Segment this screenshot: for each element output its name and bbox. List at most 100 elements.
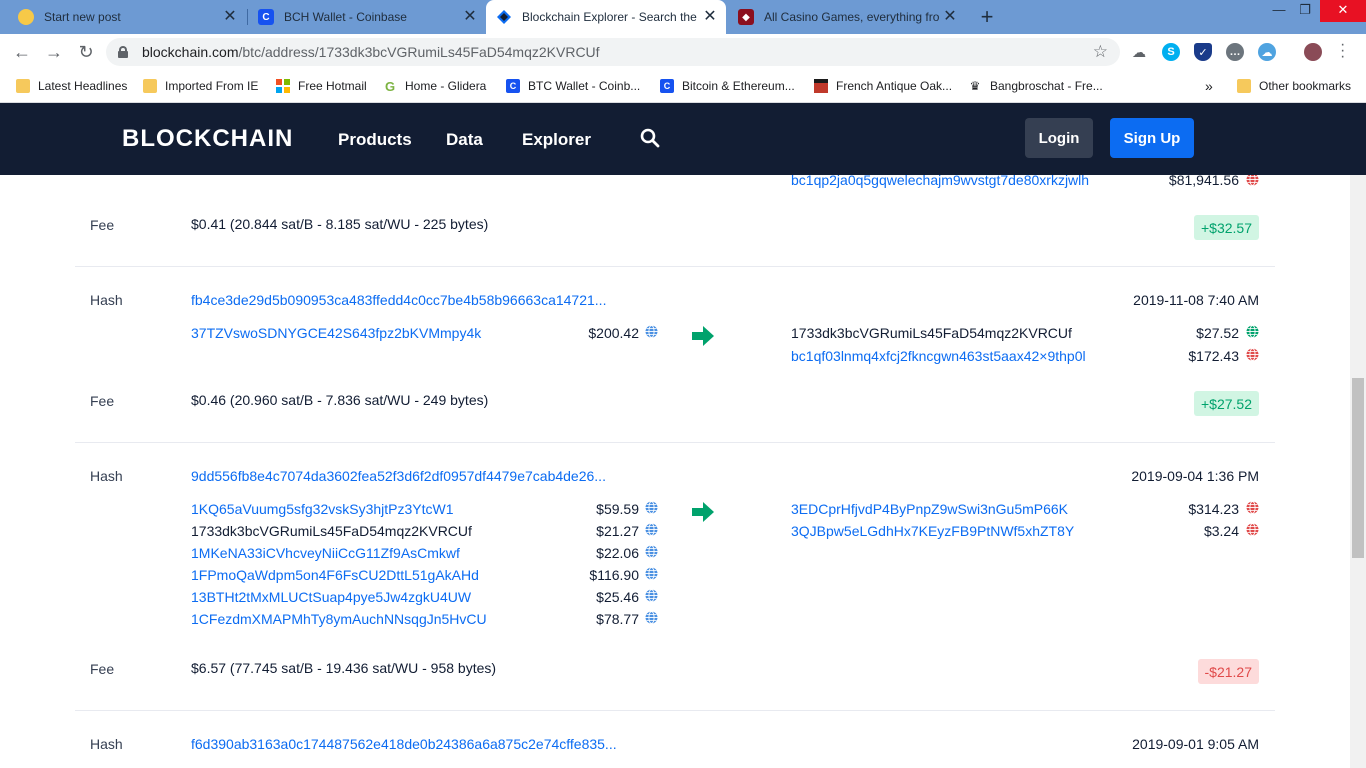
scrollbar-thumb[interactable] [1352, 378, 1364, 558]
fee-value: $0.41 (20.844 sat/B - 8.185 sat/WU - 225… [191, 216, 489, 232]
output-address-link[interactable]: bc1qf03lnmq4xfcj2fkncgwn463st5aax42×9thp… [791, 348, 1086, 364]
folder-icon [1237, 79, 1251, 93]
arrow-right-icon [692, 326, 714, 346]
input-address-link[interactable]: 13BTHt2tMxMLUCtSuap4pye5Jw4zgkU4UW [191, 589, 471, 605]
globe-icon[interactable] [1246, 325, 1259, 338]
bookmark-imported-from-ie[interactable]: Imported From IE [143, 77, 258, 95]
shop-icon [814, 79, 828, 93]
star-icon[interactable]: ☆ [1093, 42, 1108, 62]
coinbase-icon: C [660, 79, 674, 93]
output-address-link[interactable]: 3QJBpw5eLGdhHx7KEyzFB9PtNWf5xhZT8Y [791, 523, 1074, 539]
bookmark-btc-wallet[interactable]: C BTC Wallet - Coinb... [506, 77, 640, 95]
input-amount: $116.90 [589, 567, 639, 583]
menu-kebab-icon[interactable]: · · · [1340, 37, 1345, 65]
chat-extension-icon[interactable]: … [1226, 43, 1244, 61]
tx-date: 2019-09-01 9:05 AM [1132, 736, 1259, 752]
tx-hash-link[interactable]: fb4ce3de29d5b090953ca483ffedd4c0cc7be4b5… [191, 292, 606, 308]
tab-casino-games[interactable]: ◆ All Casino Games, everything fro ✕ [728, 0, 966, 34]
extension-cloud-icon[interactable]: ☁ [1130, 43, 1148, 61]
tx-hash-link[interactable]: f6d390ab3163a0c174487562e418de0b24386a6a… [191, 736, 617, 752]
skype-icon[interactable]: S [1162, 43, 1180, 61]
close-icon[interactable]: ✕ [942, 9, 958, 25]
bookmark-label: French Antique Oak... [836, 79, 953, 93]
page-scrollbar[interactable] [1350, 175, 1366, 768]
input-amount: $200.42 [588, 325, 639, 341]
tab-strip: Start new post ✕ C BCH Wallet - Coinbase… [0, 0, 1366, 34]
folder-icon [143, 79, 157, 93]
bookmark-other-bookmarks[interactable]: Other bookmarks [1237, 77, 1351, 95]
bookmark-bitcoin-ethereum[interactable]: C Bitcoin & Ethereum... [660, 77, 795, 95]
browser-chrome: Start new post ✕ C BCH Wallet - Coinbase… [0, 0, 1366, 103]
shield-icon[interactable]: ✓ [1194, 43, 1212, 61]
folder-icon [16, 79, 30, 93]
bookmark-free-hotmail[interactable]: Free Hotmail [276, 77, 367, 95]
nav-data[interactable]: Data [446, 130, 483, 150]
globe-icon[interactable] [1246, 501, 1259, 514]
globe-icon[interactable] [645, 567, 658, 580]
globe-icon[interactable] [1246, 523, 1259, 536]
hash-label: Hash [90, 736, 123, 752]
globe-icon[interactable] [1246, 348, 1259, 361]
tab-title: Start new post [44, 10, 121, 24]
input-address-link[interactable]: 37TZVswoSDNYGCE42S643fpz2bKVMmpy4k [191, 325, 481, 341]
tab-bch-wallet[interactable]: C BCH Wallet - Coinbase ✕ [248, 0, 486, 34]
hash-label: Hash [90, 468, 123, 484]
input-address-link[interactable]: 1FPmoQaWdpm5on4F6FsCU2DttL51gAkAHd [191, 567, 479, 583]
close-icon[interactable]: ✕ [462, 9, 478, 25]
hash-label: Hash [90, 292, 123, 308]
bookmarks-overflow-button[interactable]: » [1205, 77, 1213, 95]
globe-icon[interactable] [645, 501, 658, 514]
bookmark-bangbroschat[interactable]: ♛ Bangbroschat - Fre... [968, 77, 1103, 95]
input-address-link[interactable]: 1CFezdmXMAPMhTy8ymAuchNNsqgJn5HvCU [191, 611, 487, 627]
blockchain-logo[interactable]: BLOCKCHAIN [122, 125, 293, 153]
coinbase-favicon-icon: C [258, 9, 274, 25]
close-icon[interactable]: ✕ [702, 9, 718, 25]
bookmark-latest-headlines[interactable]: Latest Headlines [16, 77, 127, 95]
cloud-extension-icon[interactable]: ☁ [1258, 43, 1276, 61]
window-close-button[interactable]: ✕ [1320, 0, 1366, 22]
output-address-current: 1733dk3bcVGRumiLs45FaD54mqz2KVRCUf [791, 325, 1072, 341]
output-address-link[interactable]: 3EDCprHfjvdP4ByPnpZ9wSwi3nGu5mP66K [791, 501, 1068, 517]
tab-title: All Casino Games, everything fro [764, 10, 940, 24]
globe-icon[interactable] [645, 611, 658, 624]
forward-button[interactable]: → [44, 42, 64, 62]
globe-icon[interactable] [1246, 175, 1259, 186]
bookmark-label: Home - Glidera [405, 79, 487, 93]
close-icon[interactable]: ✕ [222, 9, 238, 25]
globe-icon[interactable] [645, 545, 658, 558]
login-button[interactable]: Login [1025, 118, 1093, 158]
balance-change-badge: +$27.52 [1194, 391, 1259, 416]
reload-button[interactable]: ↻ [76, 42, 96, 62]
blogger-favicon-icon [18, 9, 34, 25]
output-address-link[interactable]: bc1qp2ja0q5gqwelechajm9wvstgt7de80xrkzjw… [791, 175, 1089, 188]
globe-icon[interactable] [645, 523, 658, 536]
signup-button[interactable]: Sign Up [1110, 118, 1194, 158]
tab-start-new-post[interactable]: Start new post ✕ [8, 0, 246, 34]
input-amount: $25.46 [596, 589, 639, 605]
input-amount: $59.59 [596, 501, 639, 517]
bookmark-home-glidera[interactable]: G Home - Glidera [383, 77, 486, 95]
globe-icon[interactable] [645, 325, 658, 338]
tx-hash-link[interactable]: 9dd556fb8e4c7074da3602fea52f3d6f2df0957d… [191, 468, 606, 484]
fee-label: Fee [90, 393, 115, 409]
bookmark-label: Bitcoin & Ethereum... [682, 79, 795, 93]
url-path: /btc/address/1733dk3bcVGRumiLs45FaD54mqz… [238, 44, 600, 60]
lock-icon [118, 46, 128, 58]
output-amount: $172.43 [1188, 348, 1239, 364]
address-bar[interactable]: blockchain.com/btc/address/1733dk3bcVGRu… [106, 38, 1120, 66]
input-address-link[interactable]: 1KQ65aVuumg5sfg32vskSy3hjtPz3YtcW1 [191, 501, 454, 517]
profile-avatar[interactable] [1304, 43, 1322, 61]
search-icon[interactable] [640, 128, 660, 148]
bookmark-french-antique-oak[interactable]: French Antique Oak... [814, 77, 952, 95]
nav-products[interactable]: Products [338, 130, 412, 150]
nav-explorer[interactable]: Explorer [522, 130, 591, 150]
input-address-link[interactable]: 1MKeNA33iCVhcveyNiiCcG11Zf9AsCmkwf [191, 545, 460, 561]
tab-title: Blockchain Explorer - Search the [522, 10, 697, 24]
new-tab-button[interactable]: + [977, 6, 997, 28]
casino-favicon-icon: ◆ [738, 9, 754, 25]
maximize-button[interactable]: ❐ [1290, 0, 1320, 22]
fee-value: $0.46 (20.960 sat/B - 7.836 sat/WU - 249… [191, 392, 489, 408]
back-button[interactable]: ← [12, 42, 32, 62]
globe-icon[interactable] [645, 589, 658, 602]
tab-blockchain-explorer[interactable]: Blockchain Explorer - Search the ✕ [486, 0, 726, 34]
